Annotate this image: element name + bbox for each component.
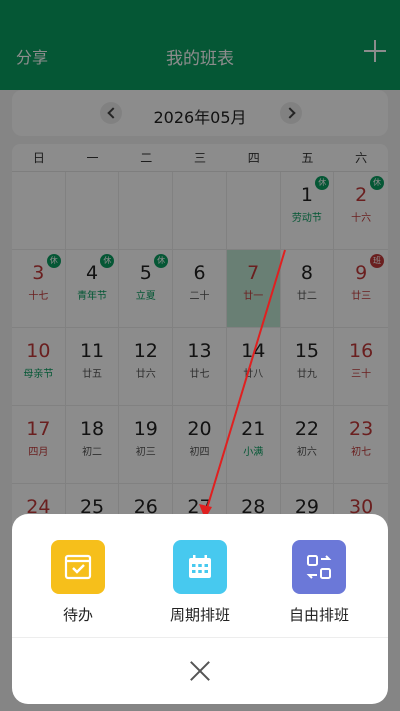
todo-button[interactable]: 待办: [23, 540, 133, 625]
todo-label: 待办: [62, 606, 93, 624]
free-schedule-icon: [292, 540, 346, 594]
free-schedule-button[interactable]: 自由排班: [264, 540, 374, 625]
close-icon[interactable]: [190, 661, 210, 681]
calendar-grid-icon: [173, 540, 227, 594]
free-schedule-label: 自由排班: [288, 606, 349, 624]
action-list: 待办 周期排班 自由排班: [12, 540, 388, 640]
action-sheet: 待办 周期排班 自由排班: [12, 514, 388, 704]
divider: [12, 637, 388, 638]
cycle-schedule-label: 周期排班: [169, 606, 230, 624]
cycle-schedule-button[interactable]: 周期排班: [145, 540, 255, 625]
todo-check-icon: [51, 540, 105, 594]
